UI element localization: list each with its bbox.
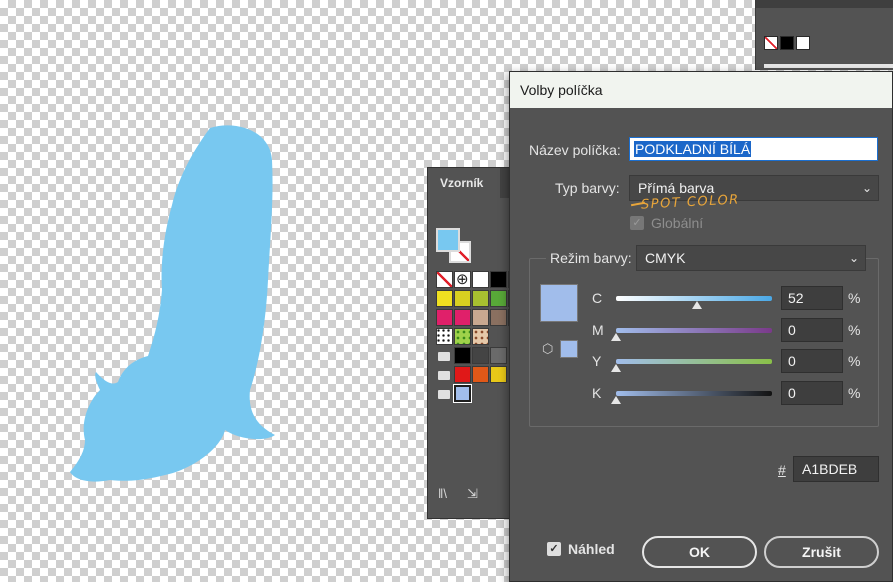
color-swatch[interactable] — [472, 271, 489, 288]
color-swatch[interactable] — [472, 309, 489, 326]
color-swatch[interactable] — [472, 290, 489, 307]
folder-icon[interactable] — [436, 366, 453, 383]
percent-unit: % — [848, 353, 861, 369]
color-swatch[interactable] — [436, 290, 453, 307]
pattern-swatch[interactable] — [436, 328, 453, 345]
folder-icon[interactable] — [436, 347, 453, 364]
color-swatch[interactable] — [490, 271, 507, 288]
hex-input[interactable]: A1BDEB — [793, 456, 879, 482]
chevron-down-icon: ⌄ — [861, 181, 872, 195]
color-swatch[interactable] — [454, 290, 471, 307]
library-icon[interactable]: ǁ\ — [438, 486, 447, 502]
channel-value-input[interactable]: 0 — [781, 318, 843, 342]
hex-symbol: # — [778, 462, 786, 478]
channel-label: K — [592, 385, 602, 401]
cancel-button[interactable]: Zrušit — [764, 536, 879, 568]
channel-label: Y — [592, 353, 602, 369]
slider-row-y: Y 0% — [510, 349, 893, 375]
channel-value-input[interactable]: 52 — [781, 286, 843, 310]
color-type-label: Typ barvy: — [555, 180, 620, 196]
fill-color-box[interactable] — [436, 228, 460, 252]
percent-unit: % — [848, 290, 861, 306]
channel-slider-thumb[interactable] — [611, 396, 621, 404]
color-swatch[interactable] — [490, 309, 507, 326]
color-swatch[interactable] — [454, 309, 471, 326]
black-swatch[interactable] — [780, 36, 794, 50]
swatch-name-label: Název políčka: — [529, 142, 621, 158]
white-swatch[interactable] — [796, 36, 810, 50]
import-swatches-icon[interactable]: ⇲ — [467, 486, 478, 502]
color-swatch[interactable] — [490, 290, 507, 307]
color-swatch[interactable] — [472, 366, 489, 383]
swatch-options-dialog: Volby políčka Název políčka: PODKLADNÍ B… — [509, 71, 893, 582]
folder-icon[interactable] — [436, 385, 453, 402]
preview-checkbox[interactable]: ✓ — [547, 542, 561, 556]
channel-label: C — [592, 290, 603, 306]
percent-unit: % — [848, 322, 861, 338]
panel-header-strip — [756, 0, 893, 8]
channel-slider-thumb[interactable] — [611, 364, 621, 372]
fill-stroke-selector[interactable] — [436, 228, 476, 264]
pattern-swatch[interactable] — [454, 328, 471, 345]
channel-slider-thumb[interactable] — [611, 333, 621, 341]
selected-swatch[interactable] — [453, 384, 472, 403]
registration-swatch[interactable] — [454, 270, 471, 288]
pattern-swatch[interactable] — [472, 328, 489, 345]
channel-slider-track[interactable] — [616, 391, 772, 396]
slider-row-c: C 52% — [510, 286, 893, 312]
slider-row-m: M 0% — [510, 318, 893, 344]
ok-button[interactable]: OK — [642, 536, 757, 568]
dialog-title: Volby políčka — [510, 72, 892, 108]
color-mode-label: Režim barvy: — [546, 250, 636, 266]
color-mode-select[interactable]: CMYK ⌄ — [636, 245, 866, 271]
channel-slider-track[interactable] — [616, 359, 772, 364]
tab-swatches[interactable]: Vzorník — [428, 168, 500, 198]
panel-field — [764, 64, 893, 68]
artwork-silhouette[interactable] — [60, 120, 290, 500]
channel-value-input[interactable]: 0 — [781, 381, 843, 405]
swatch-name-input[interactable]: PODKLADNÍ BÍLÁ — [629, 137, 878, 161]
slider-row-k: K 0% — [510, 381, 893, 407]
channel-slider-track[interactable] — [616, 328, 772, 333]
color-swatch[interactable] — [490, 347, 507, 364]
color-swatch[interactable] — [454, 347, 471, 364]
percent-unit: % — [848, 385, 861, 401]
color-swatch[interactable] — [472, 347, 489, 364]
swatch-name-value: PODKLADNÍ BÍLÁ — [634, 141, 752, 157]
preview-label: Náhled — [568, 541, 615, 557]
global-checkbox[interactable]: ✓ — [630, 216, 644, 230]
channel-value-input[interactable]: 0 — [781, 349, 843, 373]
none-swatch[interactable] — [436, 271, 453, 288]
color-swatch[interactable] — [436, 309, 453, 326]
none-swatch[interactable] — [764, 36, 778, 50]
color-swatch[interactable] — [490, 366, 507, 383]
global-label: Globální — [651, 215, 704, 231]
color-swatch[interactable] — [454, 366, 471, 383]
chevron-down-icon: ⌄ — [848, 251, 859, 265]
color-mode-value: CMYK — [645, 250, 686, 266]
swatches-footer: ǁ\ ⇲ — [438, 486, 478, 502]
properties-panel-fragment — [755, 0, 893, 70]
channel-slider-thumb[interactable] — [692, 301, 703, 309]
channel-label: M — [592, 322, 604, 338]
